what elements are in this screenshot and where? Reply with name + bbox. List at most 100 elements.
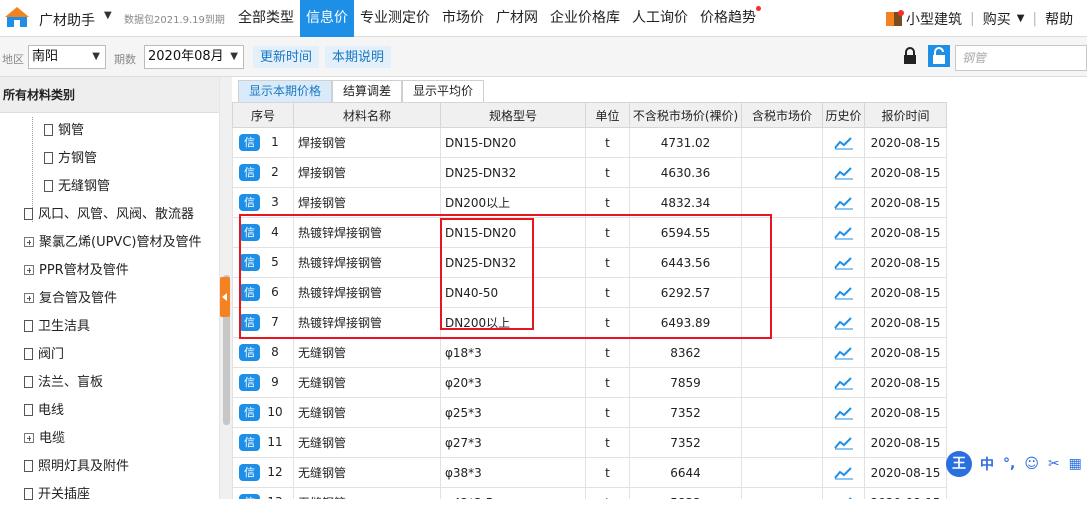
sidebar-item-1[interactable]: 方钢管 bbox=[44, 145, 97, 173]
nav-item-0[interactable]: 全部类型 bbox=[232, 0, 300, 37]
column-header[interactable]: 单位 bbox=[585, 102, 630, 128]
sidebar-item-label: 卫生洁具 bbox=[38, 319, 91, 334]
info-badge[interactable]: 信 bbox=[239, 434, 260, 451]
emoji-icon[interactable]: ☺ bbox=[1024, 456, 1039, 472]
help-menu[interactable]: 帮助 bbox=[1045, 9, 1073, 29]
chevron-down-icon[interactable]: ▼ bbox=[104, 10, 112, 21]
expand-icon[interactable] bbox=[24, 293, 34, 303]
material-name: 无缝钢管 bbox=[293, 457, 441, 488]
sidebar-item-13[interactable]: 开关插座 bbox=[24, 481, 90, 509]
trend-chart-icon[interactable] bbox=[833, 166, 854, 180]
table-row[interactable]: 信 12 无缝钢管 φ38*3 t 6644 2020-08-15 bbox=[232, 457, 947, 488]
nav-item-5[interactable]: 企业价格库 bbox=[544, 0, 626, 37]
info-badge[interactable]: 信 bbox=[239, 464, 260, 481]
nav-item-2[interactable]: 专业测定价 bbox=[354, 0, 436, 37]
column-header[interactable]: 历史价 bbox=[822, 102, 865, 128]
buy-menu[interactable]: 购买 bbox=[983, 9, 1011, 29]
refresh-time-button[interactable]: 更新时间 bbox=[253, 46, 320, 68]
column-header[interactable]: 规格型号 bbox=[440, 102, 586, 128]
table-row[interactable]: 信13无缝钢管φ42*3.5t5833 2020-08-15 bbox=[232, 487, 947, 499]
period-select[interactable]: 2020年08月 ▼ bbox=[144, 45, 244, 69]
collapse-sidebar-handle[interactable] bbox=[220, 277, 230, 317]
table-row[interactable]: 信 9 无缝钢管 φ20*3 t 7859 2020-08-15 bbox=[232, 367, 947, 398]
history-cell bbox=[822, 427, 865, 458]
sidebar-item-2[interactable]: 无缝钢管 bbox=[44, 173, 110, 201]
tab-2[interactable]: 显示平均价 bbox=[402, 80, 485, 102]
trend-chart-icon[interactable] bbox=[833, 226, 854, 240]
trend-chart-icon[interactable] bbox=[833, 286, 854, 300]
search-input[interactable]: 钢管 bbox=[955, 45, 1087, 71]
sidebar-title: 所有材料类别 bbox=[0, 77, 219, 113]
trend-chart-icon[interactable] bbox=[833, 316, 854, 330]
sidebar-item-12[interactable]: 照明灯具及附件 bbox=[24, 453, 129, 481]
sidebar-item-11[interactable]: 电缆 bbox=[24, 425, 65, 453]
sidebar-item-7[interactable]: 卫生洁具 bbox=[24, 313, 90, 341]
trend-chart-icon[interactable] bbox=[833, 196, 854, 210]
trend-chart-icon[interactable] bbox=[833, 466, 854, 480]
lock-icon[interactable] bbox=[902, 47, 918, 65]
tab-0[interactable]: 显示本期价格 bbox=[238, 80, 333, 102]
sidebar-item-0[interactable]: 钢管 bbox=[44, 117, 84, 145]
trend-chart-icon[interactable] bbox=[833, 136, 854, 150]
table-row[interactable]: 信 3 焊接钢管 DN200以上 t 4832.34 2020-08-15 bbox=[232, 187, 947, 218]
chevron-down-icon[interactable]: ▼ bbox=[1017, 13, 1025, 24]
column-header[interactable]: 材料名称 bbox=[293, 102, 441, 128]
table-row[interactable]: 信 2 焊接钢管 DN25-DN32 t 4630.36 2020-08-15 bbox=[232, 157, 947, 188]
table-row[interactable]: 信 10 无缝钢管 φ25*3 t 7352 2020-08-15 bbox=[232, 397, 947, 428]
sidebar-item-8[interactable]: 阀门 bbox=[24, 341, 64, 369]
info-badge[interactable]: 信 bbox=[239, 404, 260, 421]
sidebar-item-label: 阀门 bbox=[38, 347, 65, 362]
expand-icon[interactable] bbox=[24, 265, 34, 275]
period-notes-button[interactable]: 本期说明 bbox=[325, 46, 392, 68]
trend-chart-icon[interactable] bbox=[833, 436, 854, 450]
info-badge[interactable]: 信 bbox=[239, 344, 260, 361]
trend-chart-icon[interactable] bbox=[833, 256, 854, 270]
site-link[interactable]: 小型建筑 bbox=[906, 9, 962, 29]
nav-item-6[interactable]: 人工询价 bbox=[626, 0, 694, 37]
nav-item-label: 信息价 bbox=[306, 10, 348, 26]
region-value: 南阳 bbox=[32, 49, 59, 64]
sidebar-item-9[interactable]: 法兰、盲板 bbox=[24, 369, 103, 397]
expand-icon[interactable] bbox=[24, 237, 34, 247]
price-incl-tax bbox=[741, 427, 823, 458]
row-number: 9 bbox=[271, 375, 279, 389]
nav-item-7[interactable]: 价格趋势 bbox=[694, 0, 762, 37]
book-icon[interactable] bbox=[884, 9, 904, 29]
column-header[interactable]: 不含税市场价(裸价) bbox=[629, 102, 742, 128]
trend-chart-icon[interactable] bbox=[833, 346, 854, 360]
column-header[interactable]: 序号 bbox=[232, 102, 294, 128]
info-badge[interactable]: 信 bbox=[239, 164, 260, 181]
trend-chart-icon[interactable] bbox=[833, 376, 854, 390]
table-row[interactable]: 信 11 无缝钢管 φ27*3 t 7352 2020-08-15 bbox=[232, 427, 947, 458]
table-row[interactable]: 信 1 焊接钢管 DN15-DN20 t 4731.02 2020-08-15 bbox=[232, 127, 947, 158]
trend-chart-icon[interactable] bbox=[833, 406, 854, 420]
column-header[interactable]: 含税市场价 bbox=[741, 102, 823, 128]
table-row[interactable]: 信 8 无缝钢管 φ18*3 t 8362 2020-08-15 bbox=[232, 337, 947, 368]
expand-icon[interactable] bbox=[24, 433, 34, 443]
ime-chinese-mode[interactable]: 中 bbox=[980, 454, 994, 474]
nav-item-3[interactable]: 市场价 bbox=[436, 0, 490, 37]
scissors-icon[interactable]: ✂ bbox=[1048, 456, 1060, 472]
info-badge[interactable]: 信 bbox=[239, 494, 260, 499]
info-badge[interactable]: 信 bbox=[239, 194, 260, 211]
info-badge[interactable]: 信 bbox=[239, 374, 260, 391]
unit: t bbox=[585, 367, 630, 398]
app-name[interactable]: 广材助手 bbox=[39, 10, 95, 30]
nav-item-1[interactable]: 信息价 bbox=[300, 0, 354, 37]
info-badge[interactable]: 信 bbox=[239, 134, 260, 151]
nav-item-4[interactable]: 广材网 bbox=[490, 0, 544, 37]
unlock-icon[interactable] bbox=[928, 45, 950, 67]
nav-item-label: 企业价格库 bbox=[550, 10, 620, 26]
region-select[interactable]: 南阳 ▼ bbox=[28, 45, 106, 69]
sidebar-item-5[interactable]: PPR管材及管件 bbox=[24, 257, 129, 285]
ime-punctuation[interactable]: °, bbox=[1003, 456, 1015, 472]
row-number: 11 bbox=[267, 435, 283, 449]
sidebar-item-6[interactable]: 复合管及管件 bbox=[24, 285, 117, 313]
tab-1[interactable]: 结算调差 bbox=[332, 80, 403, 102]
ime-logo-icon[interactable]: 王 bbox=[946, 451, 972, 477]
column-header[interactable]: 报价时间 bbox=[864, 102, 947, 128]
keyboard-icon[interactable]: ▦ bbox=[1069, 456, 1082, 472]
sidebar-item-4[interactable]: 聚氯乙烯(UPVC)管材及管件 bbox=[24, 229, 201, 257]
sidebar-item-10[interactable]: 电线 bbox=[24, 397, 64, 425]
sidebar-item-3[interactable]: 风口、风管、风阀、散流器 bbox=[24, 201, 194, 229]
